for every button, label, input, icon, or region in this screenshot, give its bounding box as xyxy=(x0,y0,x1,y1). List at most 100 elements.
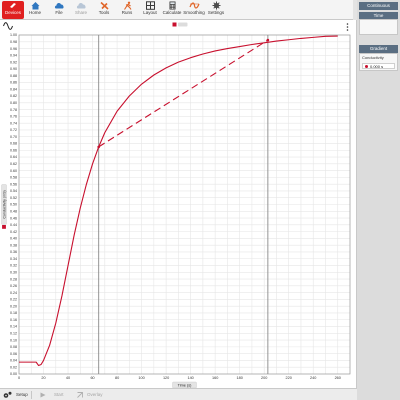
x-tick-label: 140 xyxy=(187,376,193,380)
more-options-icon[interactable] xyxy=(345,23,350,31)
tools-button[interactable]: Tools xyxy=(93,1,115,19)
overlay-icon[interactable] xyxy=(77,392,83,398)
time-header[interactable]: Time xyxy=(359,12,398,19)
runs-button[interactable]: Runs xyxy=(116,1,138,19)
y-tick-label: 0.80 xyxy=(10,101,17,105)
y-tick-label: 0.74 xyxy=(10,121,17,125)
y-tick-label: 0.96 xyxy=(10,47,17,51)
y-tick-label: 0.14 xyxy=(10,325,17,329)
sine-wave-icon[interactable] xyxy=(3,22,13,30)
x-tick-label: 0 xyxy=(18,376,20,380)
y-tick-label: 0.72 xyxy=(10,128,17,132)
x-axis-label: Time (s) xyxy=(178,383,193,387)
smoothing-button[interactable]: Smoothing xyxy=(183,1,205,19)
smoothing-icon xyxy=(188,2,200,9)
setup-gears-icon[interactable] xyxy=(3,391,12,399)
y-tick-label: 0.52 xyxy=(10,196,17,200)
y-tick-label: 0.50 xyxy=(10,203,17,207)
y-tick-label: 0.94 xyxy=(10,54,17,58)
file-button[interactable]: File xyxy=(48,1,70,19)
share-button[interactable]: Share xyxy=(70,1,92,19)
settings-label: Settings xyxy=(207,10,225,15)
y-tick-label: 0.60 xyxy=(10,169,17,173)
start-button[interactable]: Start xyxy=(54,390,64,400)
y-tick-label: 0.78 xyxy=(10,108,17,112)
x-tick-label: 160 xyxy=(212,376,218,380)
y-tick-label: 0.36 xyxy=(10,250,17,254)
share-label: Share xyxy=(74,10,87,15)
y-tick-label: 0.84 xyxy=(10,87,17,91)
bottom-divider xyxy=(31,391,32,399)
y-tick-label: 0.06 xyxy=(10,352,17,356)
y-tick-label: 0.16 xyxy=(10,318,17,322)
y-axis-series-swatch xyxy=(2,225,6,229)
x-tick-label: 240 xyxy=(310,376,316,380)
y-tick-label: 0.20 xyxy=(10,304,17,308)
x-tick-label: 80 xyxy=(115,376,119,380)
graph-panel[interactable]: Time (s) Conductivity (mS) 0.00 0.02 0.04 0.… xyxy=(0,20,357,388)
y-tick-label: 0.88 xyxy=(10,74,17,78)
y-tick-label: 0.56 xyxy=(10,182,17,186)
cloud-icon xyxy=(54,3,64,9)
y-tick-label: 0.62 xyxy=(10,162,17,166)
y-tick-label: 0.98 xyxy=(10,40,17,44)
y-tick-label: 0.32 xyxy=(10,264,17,268)
y-tick-label: 0.02 xyxy=(10,365,17,369)
gradient-series-label: Conductivity xyxy=(362,55,384,60)
gradient-header[interactable]: Gradient xyxy=(359,45,398,53)
home-button[interactable]: Home xyxy=(24,1,46,19)
overlay-button[interactable]: Overlay xyxy=(87,390,103,400)
x-tick-label: 180 xyxy=(236,376,242,380)
x-tick-label: 120 xyxy=(163,376,169,380)
series-color-dot xyxy=(365,65,368,68)
layout-label: Layout xyxy=(143,10,157,15)
y-tick-label: 0.00 xyxy=(10,372,17,376)
y-tick-label: 0.04 xyxy=(10,359,17,363)
y-tick-label: 0.38 xyxy=(10,243,17,247)
run-selector-icon[interactable] xyxy=(172,22,188,27)
tools-icon xyxy=(99,1,109,10)
devices-icon xyxy=(9,3,16,8)
time-box xyxy=(359,19,398,35)
y-tick-label: 0.76 xyxy=(10,115,17,119)
settings-button[interactable]: Settings xyxy=(205,1,227,19)
y-tick-label: 0.70 xyxy=(10,135,17,139)
conductivity-chart[interactable]: Time (s) Conductivity (mS) 0.00 0.02 0.04 0.… xyxy=(0,20,357,388)
y-tick-label: 0.46 xyxy=(10,216,17,220)
smoothing-label: Smoothing xyxy=(183,10,205,15)
home-label: Home xyxy=(28,10,41,15)
gradient-box: Conductivity 0.000 s xyxy=(359,53,398,71)
play-icon[interactable] xyxy=(40,392,46,398)
y-tick-label: 0.92 xyxy=(10,60,17,64)
y-tick-label: 0.08 xyxy=(10,345,17,349)
y-tick-label: 0.44 xyxy=(10,223,17,227)
y-tick-label: 0.54 xyxy=(10,189,17,193)
y-tick-label: 0.48 xyxy=(10,209,17,213)
gradient-tangent-line xyxy=(98,39,269,148)
y-tick-label: 0.66 xyxy=(10,148,17,152)
y-tick-label: 0.28 xyxy=(10,277,17,281)
y-tick-label: 1.00 xyxy=(10,33,17,37)
y-tick-label: 0.34 xyxy=(10,257,17,261)
x-tick-label: 200 xyxy=(261,376,267,380)
y-axis-label: Conductivity (mS) xyxy=(2,190,6,218)
y-tick-label: 0.82 xyxy=(10,94,17,98)
y-tick-label: 0.86 xyxy=(10,81,17,85)
x-tick-label: 260 xyxy=(335,376,341,380)
devices-button[interactable]: Devices xyxy=(2,1,24,19)
y-tick-label: 0.64 xyxy=(10,155,17,159)
y-tick-label: 0.18 xyxy=(10,311,17,315)
continuous-mode-header[interactable]: Continuous xyxy=(359,2,398,10)
app-window: Devices Home File Share Tools Runs Layou… xyxy=(0,0,400,400)
y-tick-label: 0.12 xyxy=(10,332,17,336)
chart-grid xyxy=(18,34,351,375)
setup-button[interactable]: Setup xyxy=(16,390,28,400)
x-tick-label: 40 xyxy=(66,376,70,380)
y-tick-label: 0.26 xyxy=(10,284,17,288)
y-tick-label: 0.68 xyxy=(10,142,17,146)
layout-button[interactable]: Layout xyxy=(139,1,161,19)
layout-icon xyxy=(145,1,155,10)
home-icon xyxy=(31,2,39,10)
gradient-value-row: 0.000 s xyxy=(362,63,395,69)
calculate-button[interactable]: Calculate xyxy=(161,1,183,19)
